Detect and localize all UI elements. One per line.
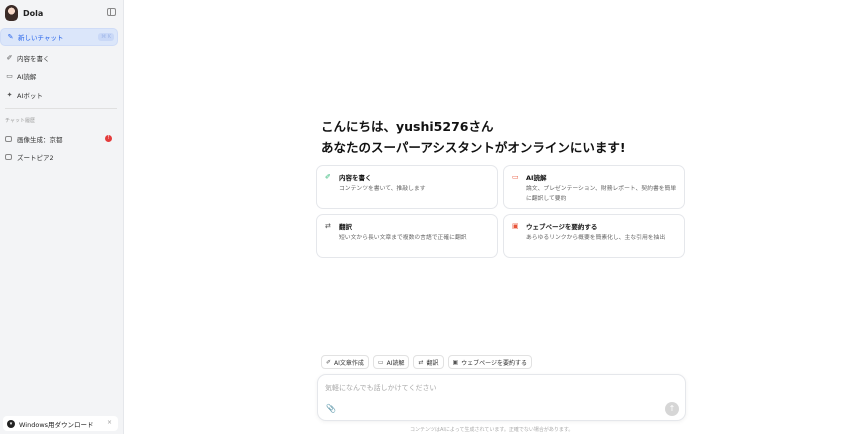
chip-ai-reading[interactable]: ▭ AI読解 xyxy=(372,355,410,369)
card-title: AI読解 xyxy=(526,174,547,182)
greeting: こんにちは、yushi5276さん あなたのスーパーアシスタントがオンラインにい… xyxy=(321,116,626,158)
history-section-label: チャット履歴 xyxy=(5,118,35,124)
card-desc: 短い文から長い文章まで複数の言語で正確に翻訳 xyxy=(339,235,467,241)
chip-summarize-webpage[interactable]: ▣ ウェブページを要約する xyxy=(447,355,533,369)
history-item[interactable]: 画像生成：京都 ! xyxy=(0,131,118,147)
pen-sparkle-icon: ✐ xyxy=(325,173,331,181)
chat-bubble-icon xyxy=(5,136,12,142)
chip-translate[interactable]: ⇄ 翻訳 xyxy=(413,355,444,369)
windows-download-button[interactable]: ▾ Windows用ダウンロード × xyxy=(3,416,118,431)
card-title: 内容を書く xyxy=(339,174,372,182)
alert-badge: ! xyxy=(105,135,112,142)
download-label: Windows用ダウンロード xyxy=(19,420,94,429)
card-summarize-webpage[interactable]: ▣ ウェブページを要約する あらゆるリンクから概要を簡素化し、主な引用を抽出 xyxy=(503,214,685,258)
chat-input-box: 📎 ↑ xyxy=(317,374,686,421)
card-desc: 論文、プレゼンテーション、財務レポート、契約書を簡単に翻訳して要約 xyxy=(526,186,677,202)
webpage-icon: ▣ xyxy=(512,222,519,230)
paperclip-icon[interactable]: 📎 xyxy=(326,404,336,413)
quick-actions: ✐ AI文章作成 ▭ AI読解 ⇄ 翻訳 ▣ ウェブページを要約する xyxy=(321,355,533,369)
download-app-icon: ▾ xyxy=(7,419,15,428)
card-desc: コンテンツを書いて、推敲します xyxy=(339,186,426,192)
card-title: ウェブページを要約する xyxy=(526,223,598,231)
card-translate[interactable]: ⇄ 翻訳 短い文から長い文章まで複数の言語で正確に翻訳 xyxy=(316,214,498,258)
sidebar-divider xyxy=(5,108,117,109)
greeting-line-1: こんにちは、yushi5276さん xyxy=(321,119,494,134)
sidebar: Dola ✎ 新しいチャット ⌘ K ✐ 内容を書く ▭ AI読解 ✦ AIボッ… xyxy=(0,0,124,434)
book-icon: ▭ xyxy=(512,173,519,181)
app-name: Dola xyxy=(23,8,44,18)
history-item-label: 画像生成：京都 xyxy=(17,136,63,144)
chip-ai-writing[interactable]: ✐ AI文章作成 xyxy=(321,355,369,369)
history-item[interactable]: ズートピア2 xyxy=(0,149,118,165)
book-icon: ▭ xyxy=(6,72,13,80)
translate-icon: ⇄ xyxy=(418,358,424,366)
chip-label: 翻訳 xyxy=(426,359,439,367)
sidebar-item-label: 内容を書く xyxy=(17,55,50,63)
disclaimer: コンテンツはAIによって生成されています。正確でない場合があります。 xyxy=(410,427,574,433)
pen-sparkle-icon: ✐ xyxy=(6,54,13,62)
close-icon[interactable]: × xyxy=(107,419,112,426)
main-area: こんにちは、yushi5276さん あなたのスーパーアシスタントがオンラインにい… xyxy=(124,0,855,434)
sidebar-toggle-icon[interactable] xyxy=(107,8,116,16)
new-chat-label: 新しいチャット xyxy=(18,34,64,42)
pen-sparkle-icon: ✐ xyxy=(326,358,332,366)
sidebar-item-label: AIボット xyxy=(17,92,43,100)
chip-label: AI文章作成 xyxy=(334,359,364,367)
new-chat-button[interactable]: ✎ 新しいチャット ⌘ K xyxy=(0,28,118,46)
card-write[interactable]: ✐ 内容を書く コンテンツを書いて、推敲します xyxy=(316,165,498,209)
card-desc: あらゆるリンクから概要を簡素化し、主な引用を抽出 xyxy=(526,235,666,241)
book-icon: ▭ xyxy=(377,358,384,366)
sidebar-item-ai-bot[interactable]: ✦ AIボット xyxy=(0,86,118,104)
sidebar-item-label: AI読解 xyxy=(17,73,37,81)
avatar xyxy=(5,5,18,21)
new-chat-shortcut: ⌘ K xyxy=(98,33,114,41)
brand[interactable]: Dola xyxy=(5,4,43,22)
webpage-icon: ▣ xyxy=(452,358,459,366)
sidebar-item-ai-reading[interactable]: ▭ AI読解 xyxy=(0,67,118,85)
edit-icon: ✎ xyxy=(7,33,14,41)
translate-icon: ⇄ xyxy=(325,222,331,230)
card-title: 翻訳 xyxy=(339,223,352,231)
chat-input[interactable] xyxy=(325,381,665,395)
chat-bubble-icon xyxy=(5,154,12,160)
send-button[interactable]: ↑ xyxy=(665,402,679,416)
chip-label: AI読解 xyxy=(386,359,405,367)
card-ai-reading[interactable]: ▭ AI読解 論文、プレゼンテーション、財務レポート、契約書を簡単に翻訳して要約 xyxy=(503,165,685,209)
greeting-line-2: あなたのスーパーアシスタントがオンラインにいます! xyxy=(321,140,626,155)
history-item-label: ズートピア2 xyxy=(17,154,54,162)
sparkle-icon: ✦ xyxy=(6,91,13,99)
chip-label: ウェブページを要約する xyxy=(461,359,528,367)
sidebar-item-write[interactable]: ✐ 内容を書く xyxy=(0,49,118,67)
